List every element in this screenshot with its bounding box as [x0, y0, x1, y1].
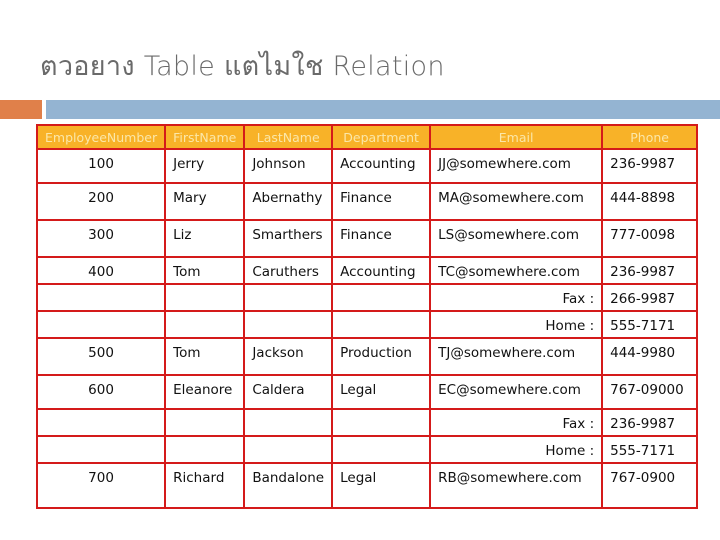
- cell-employee-number: 100: [35, 148, 167, 184]
- cell-first-name: Eleanore: [164, 374, 246, 410]
- table-row: 300 Liz Smarthers Finance LS@somewhere.c…: [35, 219, 699, 258]
- table-row-extra-phone: Home : 555-7171: [35, 310, 699, 339]
- cell-last-name: Abernathy: [243, 182, 334, 221]
- cell-last-name: Caruthers: [243, 256, 334, 285]
- cell-empty: [164, 283, 246, 312]
- table-row: 700 Richard Bandalone Legal RB@somewhere…: [35, 462, 699, 509]
- cell-employee-number: 500: [35, 337, 167, 376]
- cell-email: TJ@somewhere.com: [429, 337, 604, 376]
- table-row: 100 Jerry Johnson Accounting JJ@somewher…: [35, 148, 699, 184]
- table-row: 200 Mary Abernathy Finance MA@somewhere.…: [35, 182, 699, 221]
- cell-first-name: Tom: [164, 256, 246, 285]
- cell-phone-type-label: Home :: [429, 435, 604, 464]
- cell-phone: 236-9987: [601, 148, 699, 184]
- cell-empty: [164, 408, 246, 437]
- column-header-employee-number: EmployeeNumber: [35, 124, 167, 150]
- cell-phone: 444-8898: [601, 182, 699, 221]
- cell-email: LS@somewhere.com: [429, 219, 604, 258]
- cell-empty: [243, 310, 334, 339]
- cell-empty: [164, 310, 246, 339]
- table-row-extra-phone: Home : 555-7171: [35, 435, 699, 464]
- cell-empty: [243, 408, 334, 437]
- accent-bar-blue: [46, 100, 720, 119]
- cell-phone: 767-09000: [601, 374, 699, 410]
- cell-phone: 236-9987: [601, 408, 699, 437]
- cell-empty: [164, 435, 246, 464]
- cell-email: JJ@somewhere.com: [429, 148, 604, 184]
- cell-phone: 266-9987: [601, 283, 699, 312]
- cell-department: Finance: [331, 182, 432, 221]
- table-header-row: EmployeeNumber FirstName LastName Depart…: [35, 124, 699, 150]
- cell-empty: [331, 435, 432, 464]
- cell-last-name: Caldera: [243, 374, 334, 410]
- cell-last-name: Johnson: [243, 148, 334, 184]
- cell-employee-number: 400: [35, 256, 167, 285]
- cell-first-name: Liz: [164, 219, 246, 258]
- cell-empty: [35, 310, 167, 339]
- cell-department: Legal: [331, 374, 432, 410]
- cell-email: MA@somewhere.com: [429, 182, 604, 221]
- cell-employee-number: 600: [35, 374, 167, 410]
- cell-email: TC@somewhere.com: [429, 256, 604, 285]
- cell-department: Accounting: [331, 148, 432, 184]
- column-header-phone: Phone: [601, 124, 699, 150]
- cell-phone: 777-0098: [601, 219, 699, 258]
- cell-phone-type-label: Fax :: [429, 408, 604, 437]
- table-row: 600 Eleanore Caldera Legal EC@somewhere.…: [35, 374, 699, 410]
- cell-department: Legal: [331, 462, 432, 509]
- cell-phone: 555-7171: [601, 310, 699, 339]
- cell-empty: [35, 408, 167, 437]
- cell-first-name: Jerry: [164, 148, 246, 184]
- cell-first-name: Mary: [164, 182, 246, 221]
- cell-empty: [331, 310, 432, 339]
- cell-department: Finance: [331, 219, 432, 258]
- table-row: 500 Tom Jackson Production TJ@somewhere.…: [35, 337, 699, 376]
- column-header-first-name: FirstName: [164, 124, 246, 150]
- cell-empty: [331, 283, 432, 312]
- cell-phone-type-label: Fax :: [429, 283, 604, 312]
- cell-empty: [35, 435, 167, 464]
- cell-phone: 444-9980: [601, 337, 699, 376]
- cell-employee-number: 200: [35, 182, 167, 221]
- cell-empty: [35, 283, 167, 312]
- table-row: 400 Tom Caruthers Accounting TC@somewher…: [35, 256, 699, 285]
- cell-email: RB@somewhere.com: [429, 462, 604, 509]
- table-row-extra-phone: Fax : 266-9987: [35, 283, 699, 312]
- cell-employee-number: 700: [35, 462, 167, 509]
- cell-first-name: Richard: [164, 462, 246, 509]
- cell-department: Accounting: [331, 256, 432, 285]
- cell-empty: [243, 283, 334, 312]
- employee-table: EmployeeNumber FirstName LastName Depart…: [35, 124, 699, 509]
- cell-employee-number: 300: [35, 219, 167, 258]
- accent-bar-orange: [0, 100, 42, 119]
- cell-email: EC@somewhere.com: [429, 374, 604, 410]
- cell-last-name: Jackson: [243, 337, 334, 376]
- cell-first-name: Tom: [164, 337, 246, 376]
- column-header-department: Department: [331, 124, 432, 150]
- column-header-email: Email: [429, 124, 604, 150]
- slide-title: ตวอยาง Table แตไมใช Relation: [40, 51, 445, 82]
- cell-department: Production: [331, 337, 432, 376]
- cell-empty: [243, 435, 334, 464]
- cell-last-name: Bandalone: [243, 462, 334, 509]
- cell-phone: 236-9987: [601, 256, 699, 285]
- column-header-last-name: LastName: [243, 124, 334, 150]
- table-row-extra-phone: Fax : 236-9987: [35, 408, 699, 437]
- cell-phone-type-label: Home :: [429, 310, 604, 339]
- cell-phone: 555-7171: [601, 435, 699, 464]
- cell-last-name: Smarthers: [243, 219, 334, 258]
- cell-empty: [331, 408, 432, 437]
- cell-phone: 767-0900: [601, 462, 699, 509]
